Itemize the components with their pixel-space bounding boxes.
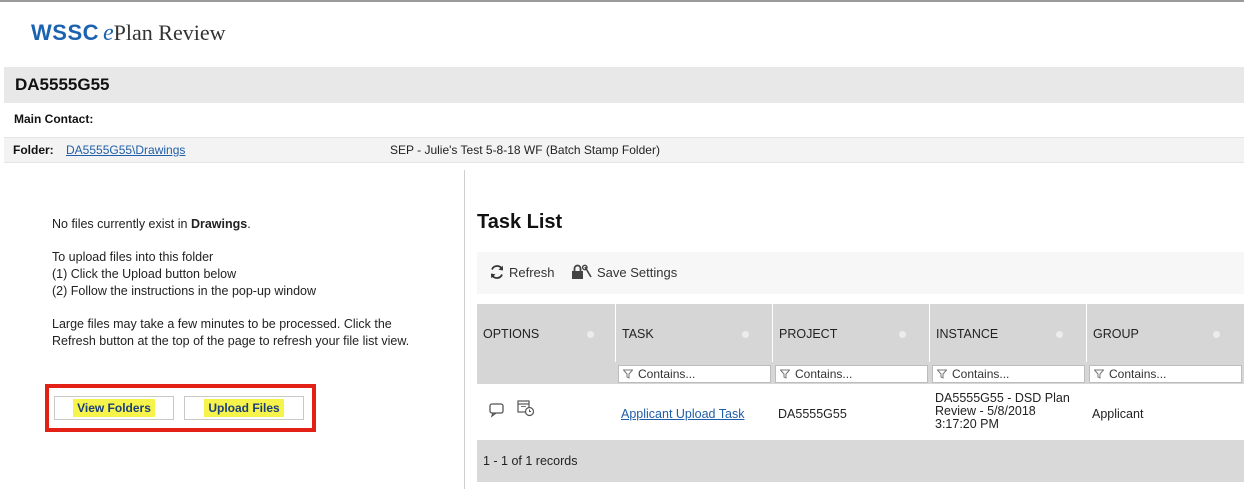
- panel-divider: [464, 170, 465, 489]
- group-filter-input[interactable]: Contains...: [1089, 365, 1242, 383]
- files-panel-message: No files currently exist in Drawings. To…: [52, 216, 422, 350]
- column-header-task[interactable]: TASK: [616, 304, 773, 362]
- folder-name: Drawings: [190, 217, 248, 231]
- column-menu-icon[interactable]: [1213, 331, 1220, 338]
- upload-files-label: Upload Files: [204, 399, 284, 417]
- folder-bar: Folder: DA5555G55\Drawings SEP - Julie's…: [4, 137, 1244, 163]
- task-filter-input[interactable]: Contains...: [618, 365, 771, 383]
- column-header-project[interactable]: PROJECT: [773, 304, 930, 362]
- project-filter-input[interactable]: Contains...: [775, 365, 928, 383]
- filter-icon: [1094, 369, 1104, 379]
- column-menu-icon[interactable]: [899, 331, 906, 338]
- folder-label: Folder:: [13, 143, 54, 157]
- table-row[interactable]: Applicant Upload Task DA5555G55 DA5555G5…: [477, 386, 1244, 440]
- view-folders-label: View Folders: [73, 399, 155, 417]
- group-cell: Applicant: [1092, 407, 1144, 421]
- upload-files-button[interactable]: Upload Files: [184, 396, 304, 420]
- task-link[interactable]: Applicant Upload Task: [621, 407, 744, 421]
- column-header-instance[interactable]: INSTANCE: [930, 304, 1087, 362]
- task-list-title: Task List: [477, 211, 563, 233]
- project-cell: DA5555G55: [778, 407, 847, 421]
- task-list-toolbar: Refresh Save Settings: [477, 252, 1244, 294]
- records-count: 1 - 1 of 1 records: [483, 454, 578, 468]
- upload-heading: To upload files into this folder: [52, 250, 214, 264]
- upload-step-1: (1) Click the Upload button below: [52, 267, 237, 281]
- comment-icon[interactable]: [489, 402, 505, 418]
- refresh-label: Refresh: [509, 264, 555, 280]
- save-settings-button[interactable]: Save Settings: [571, 264, 677, 280]
- column-menu-icon[interactable]: [587, 331, 594, 338]
- view-folders-button[interactable]: View Folders: [54, 396, 174, 420]
- folder-description: SEP - Julie's Test 5-8-18 WF (Batch Stam…: [390, 143, 660, 157]
- filter-icon: [623, 369, 633, 379]
- logo-e: e: [103, 20, 114, 46]
- task-grid-filter-row: Contains... Contains... Contains... Cont…: [477, 362, 1244, 384]
- grid-footer: 1 - 1 of 1 records: [477, 440, 1244, 482]
- main-contact-label: Main Contact:: [14, 112, 94, 126]
- large-files-note: Large files may take a few minutes to be…: [52, 317, 410, 348]
- project-title-bar: DA5555G55: [4, 67, 1244, 103]
- logo-brand: WSSC: [31, 20, 99, 45]
- instance-filter-input[interactable]: Contains...: [932, 365, 1085, 383]
- filter-icon: [937, 369, 947, 379]
- refresh-button[interactable]: Refresh: [489, 264, 555, 280]
- logo-product: Plan Review: [113, 20, 226, 45]
- column-header-group[interactable]: GROUP: [1087, 304, 1244, 362]
- upload-step-2: (2) Follow the instructions in the pop-u…: [52, 284, 317, 298]
- save-settings-label: Save Settings: [597, 264, 678, 280]
- app-logo: WSSC e Plan Review: [31, 20, 225, 50]
- column-menu-icon[interactable]: [742, 331, 749, 338]
- instance-cell: DA5555G55 - DSD Plan Review - 5/8/2018 3…: [935, 391, 1070, 431]
- filter-icon: [780, 369, 790, 379]
- calendar-history-icon[interactable]: [517, 399, 535, 417]
- task-grid-header: OPTIONS TASK PROJECT INSTANCE GROUP: [477, 304, 1244, 362]
- refresh-icon: [491, 265, 503, 279]
- top-border: [0, 0, 1244, 2]
- column-menu-icon[interactable]: [1056, 331, 1063, 338]
- column-header-options[interactable]: OPTIONS: [477, 304, 616, 362]
- no-files-message: No files currently exist in Drawings.: [52, 217, 251, 231]
- project-title: DA5555G55: [15, 75, 110, 94]
- folder-link[interactable]: DA5555G55\Drawings: [66, 143, 185, 157]
- lock-settings-icon: [572, 264, 592, 279]
